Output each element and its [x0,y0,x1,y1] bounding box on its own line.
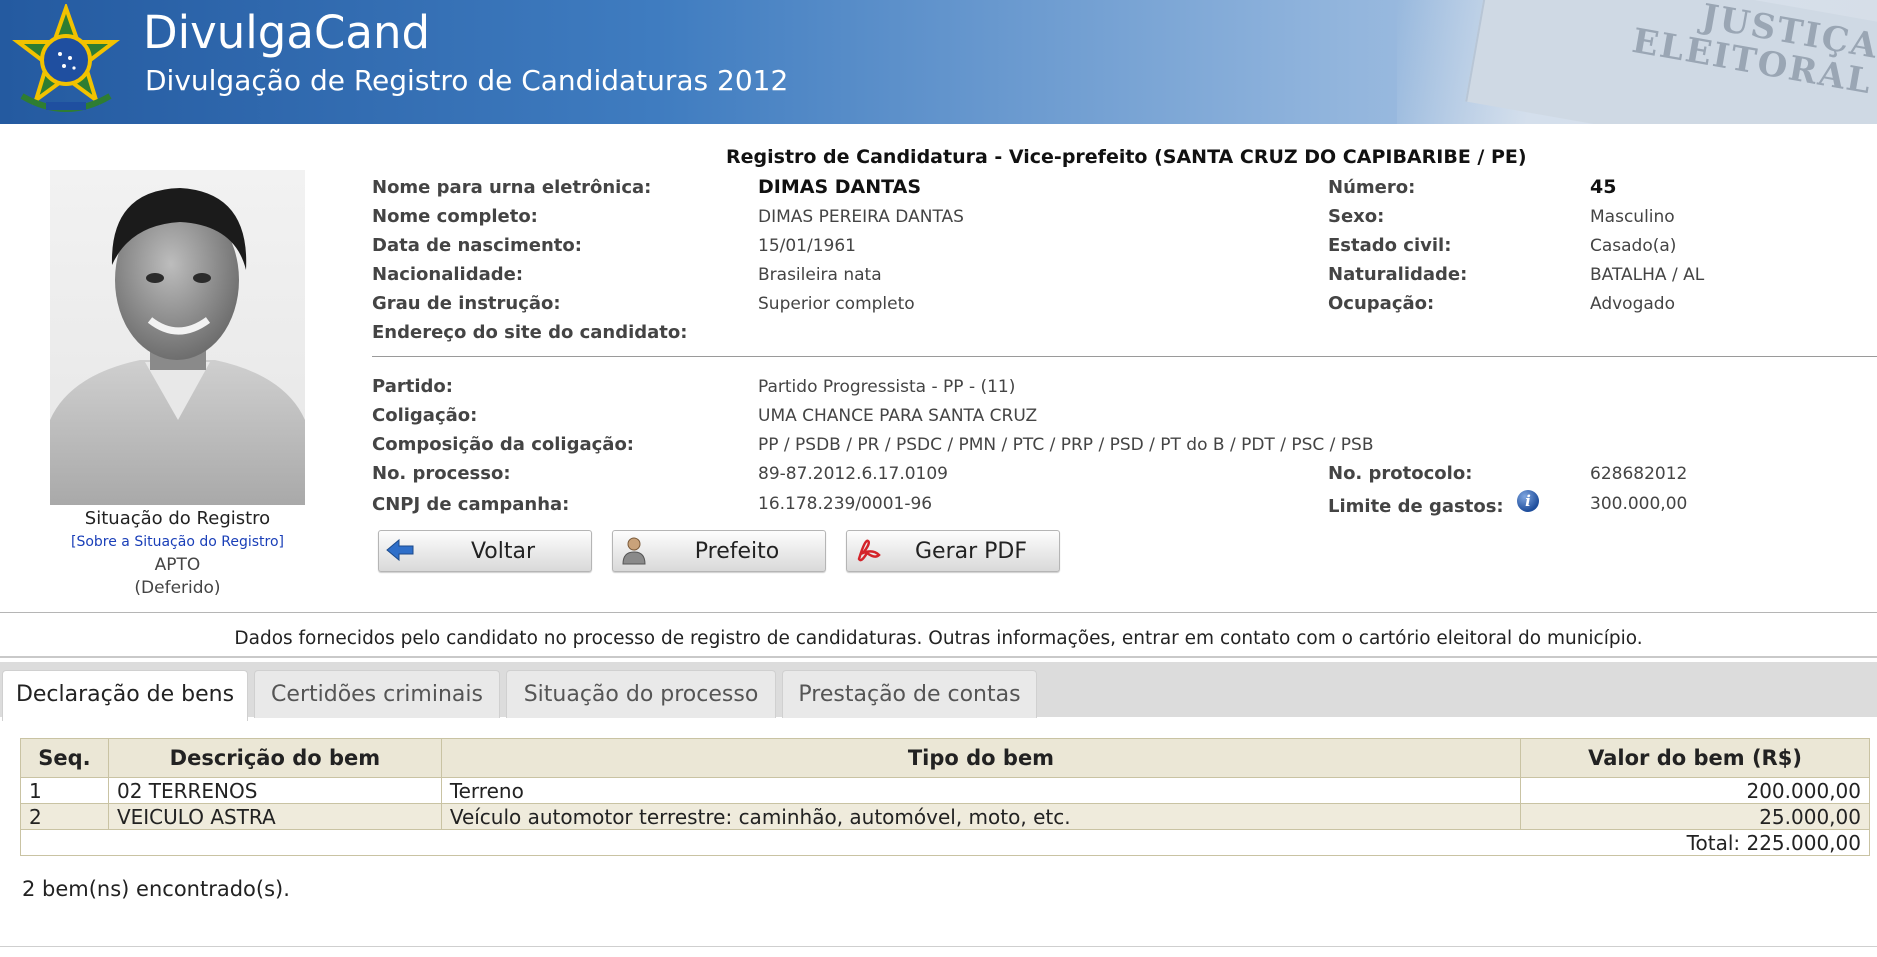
info-divider [372,356,1877,357]
tab-asset-declaration[interactable]: Declaração de bens [2,670,248,721]
number-label: Número: [1328,177,1416,198]
app-subtitle: Divulgação de Registro de Candidaturas 2… [145,64,789,97]
generate-pdf-button[interactable]: Gerar PDF [846,530,1060,572]
coalition-composition-label: Composição da coligação: [372,434,635,455]
section-divider [0,612,1877,613]
registration-status-title: Situação do Registro [84,508,271,529]
protocol-number-value: 628682012 [1590,464,1688,484]
asset-seq: 1 [20,777,109,804]
section-divider [0,656,1877,658]
assets-total: Total: 225.000,00 [20,829,1870,856]
tab-process-status[interactable]: Situação do processo [506,670,776,718]
spending-limit-label: Limite de gastos: [1328,496,1504,517]
mayor-button-label: Prefeito [694,539,780,564]
nationality-value: Brasileira nata [758,265,882,285]
education-value: Superior completo [758,294,915,314]
arrow-left-icon [386,538,414,562]
marital-status-label: Estado civil: [1328,235,1452,256]
page-header: JUSTIÇA ELEITORAL DivulgaCand Divulgação… [0,0,1877,124]
registration-title: Registro de Candidatura - Vice-prefeito … [726,146,1527,168]
coalition-composition-value: PP / PSDB / PR / PSDC / PMN / PTC / PRP … [758,435,1374,455]
app-title: DivulgaCand [143,6,431,59]
column-header-type: Tipo do bem [440,738,1522,778]
campaign-cnpj-value: 16.178.239/0001-96 [758,494,933,514]
protocol-number-label: No. protocolo: [1328,463,1473,484]
birthplace-label: Naturalidade: [1328,264,1468,285]
back-button[interactable]: Voltar [378,530,592,572]
marital-status-value: Casado(a) [1590,236,1677,256]
asset-type: Terreno [440,777,1522,804]
party-value: Partido Progressista - PP - (11) [758,377,1016,397]
footer-divider [0,946,1877,947]
column-header-value: Valor do bem (R$) [1520,738,1870,778]
spending-limit-value: 300.000,00 [1590,494,1688,514]
sex-value: Masculino [1590,207,1675,227]
asset-type: Veículo automotor terrestre: caminhão, a… [440,803,1522,830]
education-label: Grau de instrução: [372,293,561,314]
full-name-label: Nome completo: [372,206,538,227]
occupation-label: Ocupação: [1328,293,1435,314]
mayor-button[interactable]: Prefeito [612,530,826,572]
tab-accounts[interactable]: Prestação de contas [782,670,1037,718]
generate-pdf-button-label: Gerar PDF [914,539,1027,564]
table-row: 1 02 TERRENOS Terreno 200.000,00 [20,777,1870,804]
column-header-seq: Seq. [20,738,109,778]
table-total-row: Total: 225.000,00 [20,829,1870,856]
assets-table: Seq. Descrição do bem Tipo do bem Valor … [20,738,1870,856]
asset-value: 200.000,00 [1520,777,1870,804]
process-number-label: No. processo: [372,463,511,484]
tab-criminal-certificates[interactable]: Certidões criminais [254,670,500,718]
party-label: Partido: [372,376,453,397]
website-label: Endereço do site do candidato: [372,322,688,343]
assets-found-count: 2 bem(ns) encontrado(s). [22,877,290,901]
table-row: 2 VEICULO ASTRA Veículo automotor terres… [20,803,1870,830]
registration-status-link[interactable]: [Sobre a Situação do Registro] [40,534,315,550]
table-header-row: Seq. Descrição do bem Tipo do bem Valor … [20,738,1870,778]
occupation-value: Advogado [1590,294,1675,314]
registration-status-value: APTO [154,555,201,575]
column-header-description: Descrição do bem [107,738,442,778]
pdf-icon [857,539,881,562]
nationality-label: Nacionalidade: [372,264,524,285]
person-icon [622,537,646,565]
ballot-name-label: Nome para urna eletrônica: [372,177,652,198]
birth-date-value: 15/01/1961 [758,236,856,256]
info-icon[interactable]: i [1517,490,1539,512]
ballot-name-value: DIMAS DANTAS [758,176,922,198]
birthplace-value: BATALHA / AL [1590,265,1705,285]
process-number-value: 89-87.2012.6.17.0109 [758,464,948,484]
asset-description: VEICULO ASTRA [107,803,442,830]
registration-status-detail: (Deferido) [134,578,221,598]
asset-description: 02 TERRENOS [107,777,442,804]
data-source-notice: Dados fornecidos pelo candidato no proce… [234,628,1643,649]
coat-of-arms-icon [12,4,120,112]
coalition-value: UMA CHANCE PARA SANTA CRUZ [758,406,1038,426]
campaign-cnpj-label: CNPJ de campanha: [372,494,570,515]
back-button-label: Voltar [470,539,536,564]
number-value: 45 [1590,176,1617,198]
birth-date-label: Data de nascimento: [372,235,582,256]
candidate-photo-image [50,188,305,505]
sex-label: Sexo: [1328,206,1385,227]
coalition-label: Coligação: [372,405,478,426]
asset-value: 25.000,00 [1520,803,1870,830]
asset-seq: 2 [20,803,109,830]
full-name-value: DIMAS PEREIRA DANTAS [758,207,964,227]
candidate-photo [50,170,305,505]
